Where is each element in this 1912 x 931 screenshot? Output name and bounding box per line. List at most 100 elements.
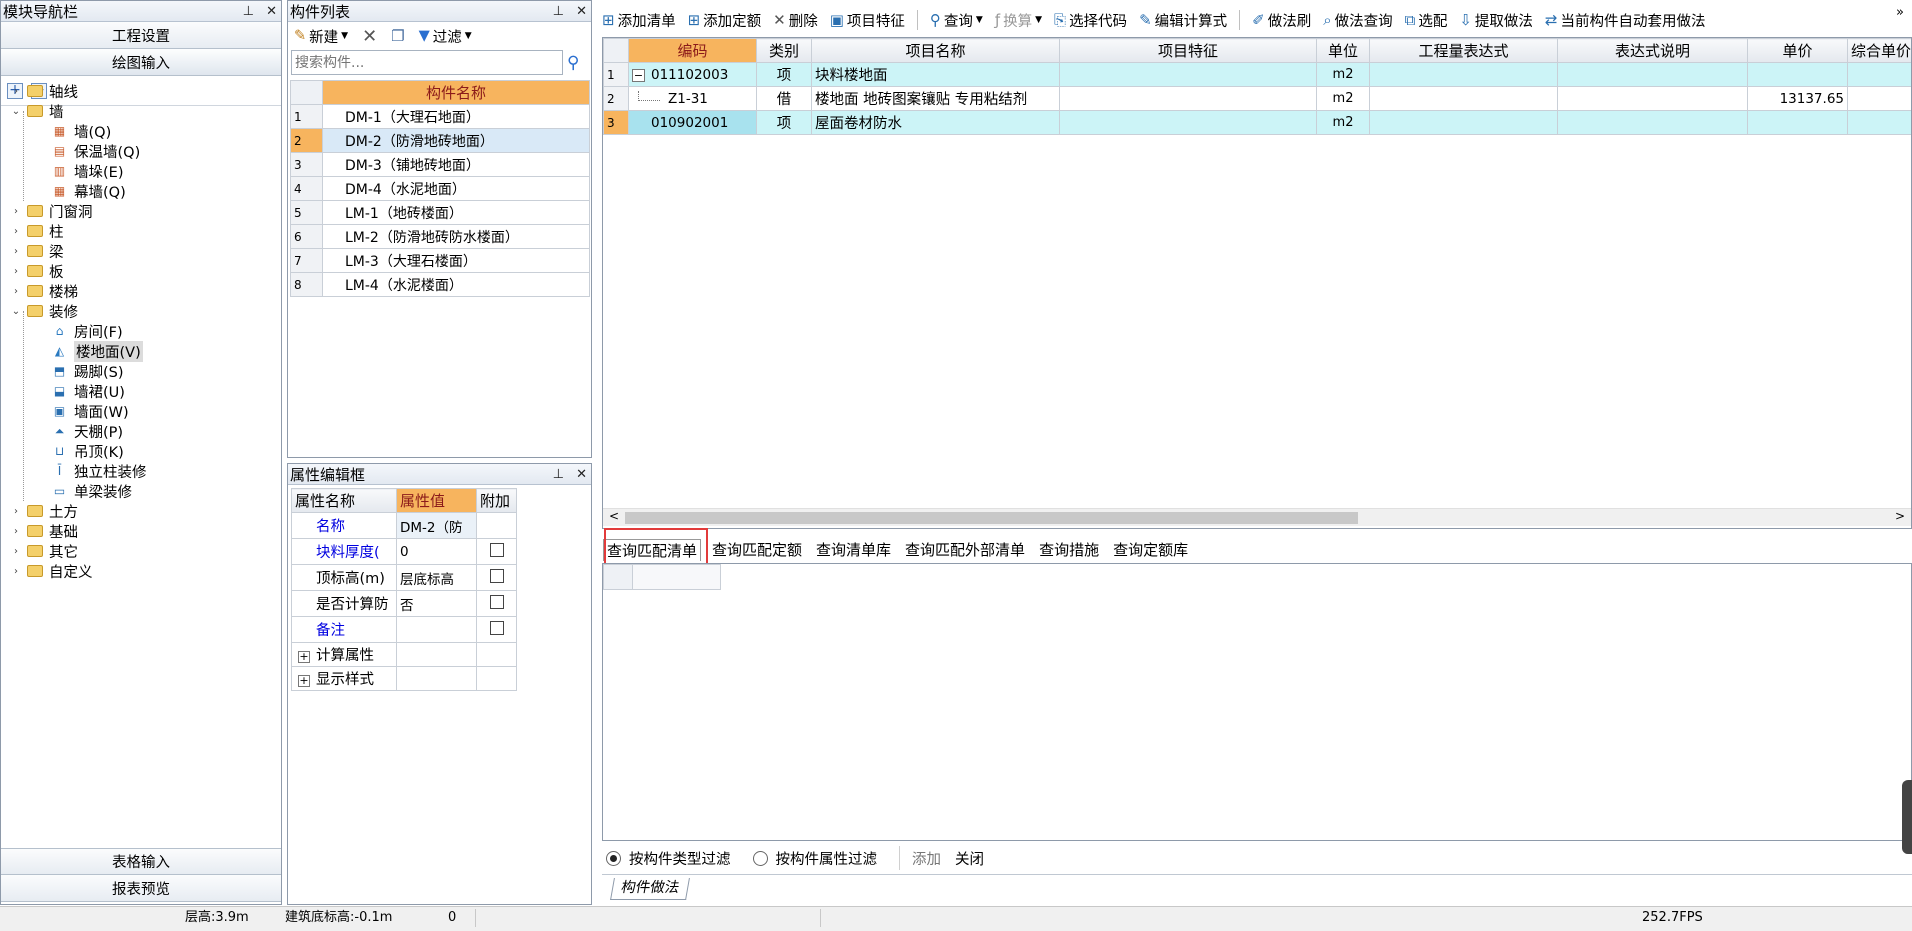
grid-code-cell[interactable]: −011102003 [628, 62, 757, 87]
property-value[interactable]: 否 [396, 590, 477, 617]
grid-feature-cell[interactable] [1059, 62, 1317, 87]
grid-formula-desc-cell[interactable] [1557, 110, 1748, 135]
component-row[interactable]: 6 LM-2（防滑地砖防水楼面） [290, 224, 590, 249]
delete-icon[interactable]: ✕ [362, 26, 377, 47]
component-name-cell[interactable]: DM-3（铺地砖地面） [322, 152, 590, 177]
grid-header-cell[interactable]: 综合单价 [1847, 38, 1911, 63]
nav-tree-item[interactable]: › 自定义 [11, 561, 93, 581]
component-row[interactable]: 8 LM-4（水泥楼面） [290, 272, 590, 297]
component-row[interactable]: 4 DM-4（水泥地面） [290, 176, 590, 201]
property-row[interactable]: 是否计算防否 [291, 590, 517, 617]
scrollbar-thumb[interactable] [625, 512, 1358, 524]
grid-formula-cell[interactable] [1369, 110, 1558, 135]
nav-tree-item[interactable]: ⬓ 墙裙(U) [51, 381, 125, 401]
nav-tree-item[interactable]: ▤ 保温墙(Q) [51, 141, 140, 161]
close-icon[interactable]: ✕ [576, 4, 587, 19]
property-value[interactable]: DM-2（防 [396, 512, 477, 539]
grid-header-cell[interactable]: 单位 [1316, 38, 1370, 63]
nav-tree-item[interactable]: ⌂ 房间(F) [51, 321, 123, 341]
filter-add-button[interactable]: 添加 [912, 848, 941, 869]
grid-formula-desc-cell[interactable] [1557, 86, 1748, 111]
nav-tree-item[interactable]: ⊔ 吊顶(K) [51, 441, 124, 461]
toolbar-button-add-list[interactable]: ⊞ 添加清单 [602, 10, 676, 31]
filter-by-prop-radio[interactable]: 按构件属性过滤 [752, 848, 877, 869]
component-name-header[interactable]: 构件名称 [322, 80, 590, 105]
grid-header-cell[interactable]: 类别 [756, 38, 812, 63]
horizontal-scrollbar[interactable]: < > [603, 508, 1911, 526]
search-icon[interactable]: ⚲ [567, 53, 579, 73]
nav-drawing-input-button[interactable]: 绘图输入 [1, 49, 281, 76]
side-scroll-handle[interactable] [1902, 780, 1912, 854]
nav-tree-item[interactable]: › 楼梯 [11, 281, 78, 301]
component-name-cell[interactable]: LM-4（水泥楼面） [322, 272, 590, 297]
toolbar-button-feature[interactable]: ▣ 项目特征 [830, 10, 905, 31]
grid-formula-desc-cell[interactable] [1557, 62, 1748, 87]
toolbar-button-auto-apply[interactable]: ⇄ 当前构件自动套用做法 [1545, 10, 1706, 31]
extra-checkbox[interactable] [489, 594, 504, 609]
extra-checkbox[interactable] [489, 542, 504, 557]
grid-type-cell[interactable]: 借 [756, 86, 812, 111]
nav-tree-item[interactable]: › 柱 [11, 221, 64, 241]
property-row[interactable]: 备注 [291, 616, 517, 643]
toolbar-button-extract-method[interactable]: ⇩ 提取做法 [1459, 10, 1533, 31]
close-icon[interactable]: ✕ [576, 467, 587, 482]
expand-plus-icon[interactable]: + [298, 651, 310, 663]
grid-composite-price-cell[interactable] [1847, 110, 1911, 135]
expand-arrow-icon[interactable]: › [11, 246, 21, 257]
collapse-arrow-icon[interactable]: ⌄ [11, 106, 21, 117]
nav-tree-item[interactable]: ▭ 单梁装修 [51, 481, 132, 501]
grid-header-cell[interactable]: 工程量表达式 [1369, 38, 1558, 63]
component-search-input[interactable] [291, 50, 563, 75]
new-component-button[interactable]: ✎ 新建 ▼ [294, 26, 348, 47]
property-row[interactable]: 顶标高(m) 层底标高 [291, 564, 517, 591]
nav-tree-item[interactable]: ⌄ 墙 [11, 101, 64, 121]
nav-tree-item[interactable]: Ī 独立柱装修 [51, 461, 147, 481]
expand-arrow-icon[interactable]: › [11, 566, 21, 577]
component-name-cell[interactable]: DM-1（大理石地面） [322, 104, 590, 129]
grid-row[interactable]: 1−011102003 项块料楼地面 m2 [603, 62, 1911, 87]
property-row[interactable]: 块料厚度(0 [291, 538, 517, 565]
property-group-row[interactable]: + 显示样式 [291, 666, 517, 691]
grid-unit-cell[interactable]: m2 [1316, 62, 1370, 87]
query-tab[interactable]: 查询定额库 [1110, 539, 1191, 561]
property-row[interactable]: 名称 DM-2（防 [291, 512, 517, 539]
property-value[interactable] [396, 616, 477, 643]
collapse-arrow-icon[interactable]: ⌄ [11, 306, 21, 317]
grid-code-cell[interactable]: 010902001 [628, 110, 757, 135]
toolbar-button-method-brush[interactable]: ✐ 做法刷 [1252, 10, 1311, 31]
nav-tree-item[interactable]: › 土方 [11, 501, 78, 521]
grid-name-cell[interactable]: 屋面卷材防水 [811, 110, 1060, 135]
grid-row[interactable]: 3 010902001 项屋面卷材防水 m2 [603, 110, 1911, 135]
toolbar-button-query[interactable]: ⚲ 查询 ▼ [930, 10, 983, 31]
nav-tree-item[interactable]: ▦ 墙(Q) [51, 121, 111, 141]
component-name-cell[interactable]: LM-2（防滑地砖防水楼面） [322, 224, 590, 249]
component-row[interactable]: 7 LM-3（大理石楼面） [290, 248, 590, 273]
pin-icon[interactable]: ⊥ [243, 4, 254, 19]
nav-tree-item[interactable]: ⏶ 天棚(P) [51, 421, 123, 441]
toolbar-button-select-code[interactable]: ⎘ 选择代码 [1054, 10, 1127, 31]
grid-price-cell[interactable]: 13137.65 [1747, 86, 1848, 111]
component-name-cell[interactable]: DM-2（防滑地砖地面） [322, 128, 590, 153]
toolbar-button-add-quota[interactable]: ⊞ 添加定额 [688, 10, 762, 31]
tab-component-method[interactable]: 构件做法 [610, 878, 690, 900]
nav-tree-item[interactable]: ▦ 幕墙(Q) [51, 181, 126, 201]
nav-tree-item[interactable]: › 其它 [11, 541, 78, 561]
copy-icon[interactable]: ❐ [391, 27, 404, 45]
grid-price-cell[interactable] [1747, 110, 1848, 135]
grid-code-cell[interactable]: Z1-31 [628, 86, 757, 111]
nav-tree-item[interactable]: ▥ 墙垛(E) [51, 161, 124, 181]
expand-plus-icon[interactable]: + [298, 675, 310, 687]
grid-header-cell[interactable]: 编码 [628, 38, 757, 63]
scroll-left-icon[interactable]: < [609, 509, 619, 523]
expand-arrow-icon[interactable]: › [11, 266, 21, 277]
component-row[interactable]: 3 DM-3（铺地砖地面） [290, 152, 590, 177]
expand-arrow-icon[interactable]: › [11, 286, 21, 297]
query-tab[interactable]: 查询匹配定额 [709, 539, 805, 561]
nav-tree-item[interactable]: ⬒ 踢脚(S) [51, 361, 124, 381]
query-tab[interactable]: 查询措施 [1036, 539, 1102, 561]
grid-name-cell[interactable]: 楼地面 地砖图案镶贴 专用粘结剂 [811, 86, 1060, 111]
filter-by-type-radio[interactable]: 按构件类型过滤 [606, 848, 731, 869]
collapse-icon[interactable]: − [632, 68, 645, 82]
close-icon[interactable]: ✕ [266, 4, 277, 19]
component-row[interactable]: 1 DM-1（大理石地面） [290, 104, 590, 129]
